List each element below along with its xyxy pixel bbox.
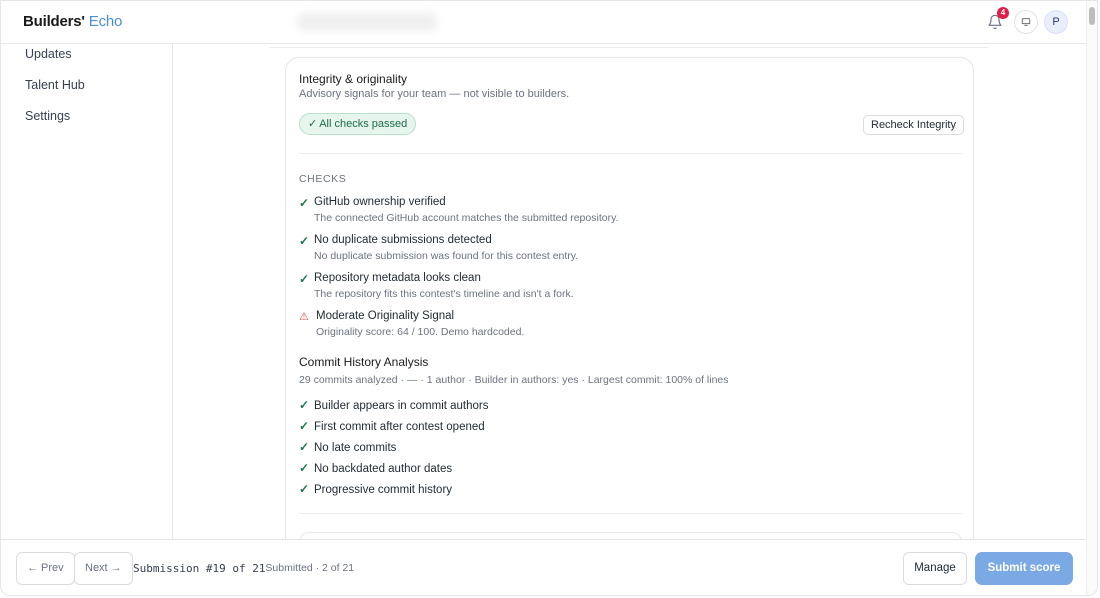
sidebar-item-talent-hub[interactable]: Talent Hub [25,78,85,92]
prev-button[interactable]: ← Prev [16,552,75,585]
check-description: The connected GitHub account matches the… [314,212,619,224]
check-title: Moderate Originality Signal [316,310,455,322]
status-badge-label: All checks passed [319,118,408,130]
check-icon: ✓ [299,482,310,496]
manage-button[interactable]: Manage [903,552,967,585]
submit-score-button[interactable]: Submit score [975,552,1073,585]
sidebar-item-updates[interactable]: Updates [25,47,72,61]
main-content: Integrity & originality Advisory signals… [173,44,1086,539]
checks-section-label: CHECKS [299,173,347,185]
commit-check-item: ✓ No late commits [299,440,396,454]
commit-check-item: ✓ No backdated author dates [299,461,452,475]
next-section-card [299,532,962,539]
blurred-page-title [297,13,437,31]
commit-history-title: Commit History Analysis [299,355,429,369]
commit-check-label: Builder appears in commit authors [314,400,489,412]
check-icon: ✓ [299,461,310,475]
scrollbar-track[interactable] [1086,1,1097,595]
check-icon: ✓ [299,272,310,286]
check-description: The repository fits this contest's timel… [314,288,574,300]
check-icon: ✓ [299,398,310,412]
scrollbar-thumb[interactable] [1089,7,1095,25]
check-title: Repository metadata looks clean [314,272,481,284]
divider [299,513,962,514]
avatar[interactable]: P [1044,10,1068,34]
check-description: Originality score: 64 / 100. Demo hardco… [316,326,525,338]
commit-check-label: First commit after contest opened [314,421,485,433]
status-badge: ✓ All checks passed [299,113,417,135]
check-title: GitHub ownership verified [314,196,446,208]
check-icon: ✓ [299,419,310,433]
commit-check-item: ✓ Builder appears in commit authors [299,398,489,412]
brand-accent: Echo [88,13,123,30]
card-subtitle: Advisory signals for your team — not vis… [299,88,570,100]
recheck-integrity-button[interactable]: Recheck Integrity [863,115,964,135]
sidebar-item-settings[interactable]: Settings [25,109,70,123]
warning-icon: ⚠ [299,311,309,323]
header-divider [269,47,989,48]
divider [299,153,962,154]
card-title: Integrity & originality [299,72,408,86]
submission-counter: Submission #19 of 21 [133,562,266,575]
check-title: No duplicate submissions detected [314,234,492,246]
check-icon: ✓ [308,118,318,130]
next-button[interactable]: Next → [74,552,133,585]
check-description: No duplicate submission was found for th… [314,250,579,262]
check-icon: ✓ [299,234,310,248]
brand-name: Builders' [23,13,85,30]
top-bar: Builders' Echo 4 P [1,1,1086,44]
commit-check-label: No backdated author dates [314,463,453,475]
submission-status: · Submitted · 2 of 21 [259,562,355,574]
monitor-icon [1021,18,1031,26]
brand-logo[interactable]: Builders' Echo [23,13,122,30]
check-icon: ✓ [299,440,310,454]
notification-badge: 4 [997,7,1009,19]
display-button[interactable] [1014,10,1038,34]
check-icon: ✓ [299,196,310,210]
integrity-card: Integrity & originality Advisory signals… [285,57,974,539]
commit-history-summary: 29 commits analyzed · — · 1 author · Bui… [299,374,729,386]
bottom-action-bar: ← Prev Next → Submission #19 of 21 · Sub… [1,539,1086,595]
commit-check-label: No late commits [314,442,397,454]
commit-check-label: Progressive commit history [314,484,453,496]
commit-check-item: ✓ Progressive commit history [299,482,452,496]
app-window: Builders' Echo 4 P Updates Talent Hub Se… [0,0,1098,596]
sidebar: Updates Talent Hub Settings [1,44,173,539]
commit-check-item: ✓ First commit after contest opened [299,419,485,433]
